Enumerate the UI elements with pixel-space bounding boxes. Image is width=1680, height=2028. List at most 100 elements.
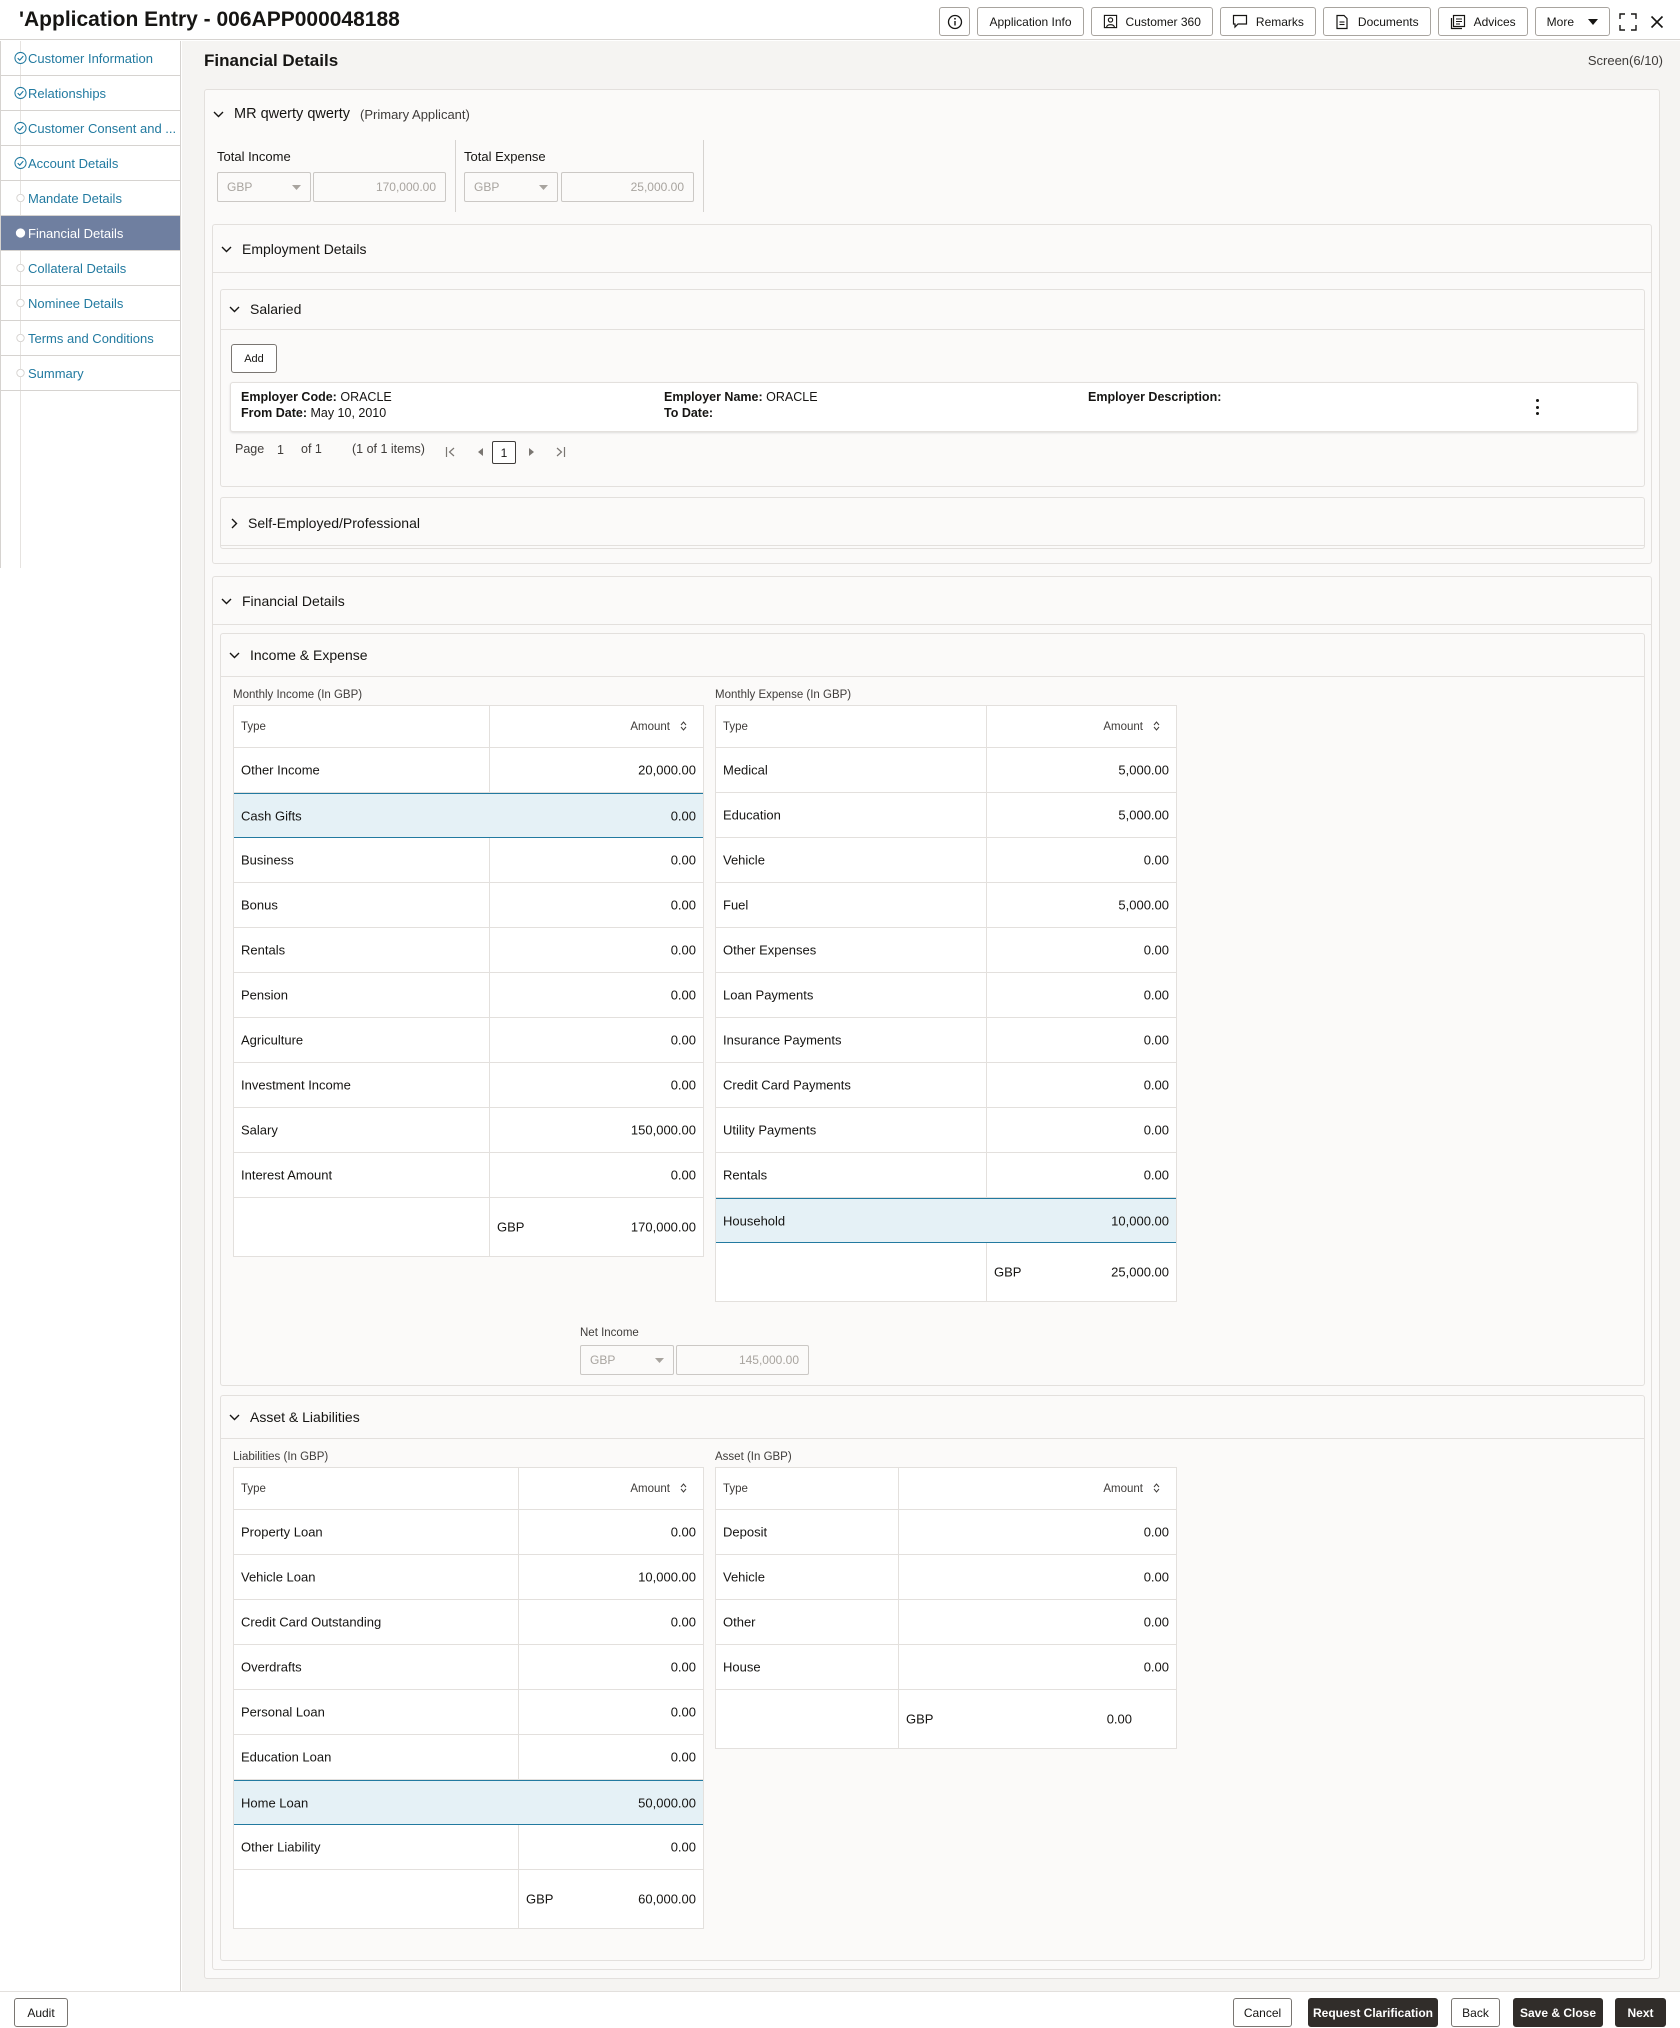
- screen-indicator: Screen(6/10): [1587, 53, 1663, 68]
- column-header-amount[interactable]: Amount: [630, 1483, 687, 1495]
- sidebar-item-relationships[interactable]: Relationships: [1, 76, 180, 111]
- request-clarification-button[interactable]: Request Clarification: [1308, 1998, 1438, 2027]
- audit-button[interactable]: Audit: [14, 1998, 68, 2027]
- table-row[interactable]: Overdrafts 0.00: [234, 1645, 703, 1690]
- maximize-button[interactable]: [1617, 11, 1639, 33]
- table-row[interactable]: Utility Payments 0.00: [716, 1108, 1176, 1153]
- sidebar-item-financial-details[interactable]: Financial Details: [1, 216, 180, 251]
- table-row[interactable]: Other 0.00: [716, 1600, 1176, 1645]
- sidebar-item-mandate-details[interactable]: Mandate Details: [1, 181, 180, 216]
- column-header-amount[interactable]: Amount: [1103, 721, 1160, 733]
- applicant-header[interactable]: MR qwerty qwerty (Primary Applicant): [213, 106, 470, 122]
- asset-liabilities-header[interactable]: Asset & Liabilities: [229, 1409, 360, 1425]
- table-row[interactable]: Property Loan 0.00: [234, 1510, 703, 1555]
- table-header-row: Type Amount: [716, 706, 1176, 748]
- add-employment-button[interactable]: Add: [231, 344, 277, 373]
- table-row[interactable]: Vehicle 0.00: [716, 838, 1176, 883]
- self-employed-header[interactable]: Self-Employed/Professional: [231, 515, 420, 531]
- table-row[interactable]: Credit Card Outstanding 0.00: [234, 1600, 703, 1645]
- monthly-income-caption: Monthly Income (In GBP): [233, 689, 363, 701]
- net-income-currency-select[interactable]: GBP: [580, 1345, 674, 1375]
- table-row[interactable]: Investment Income 0.00: [234, 1063, 703, 1108]
- table-row[interactable]: Other Expenses 0.00: [716, 928, 1176, 973]
- chevron-down-icon: [229, 652, 240, 658]
- cancel-button[interactable]: Cancel: [1233, 1998, 1292, 2027]
- info-button[interactable]: [939, 7, 971, 36]
- column-header-amount[interactable]: Amount: [630, 721, 687, 733]
- table-row[interactable]: Credit Card Payments 0.00: [716, 1063, 1176, 1108]
- net-income-amount-field[interactable]: 145,000.00: [676, 1345, 809, 1375]
- table-row-selected[interactable]: Home Loan 50,000.00: [234, 1780, 703, 1825]
- income-expense-header[interactable]: Income & Expense: [229, 647, 368, 663]
- table-row[interactable]: Bonus 0.00: [234, 883, 703, 928]
- column-header-amount[interactable]: Amount: [1103, 1483, 1160, 1495]
- save-and-close-button[interactable]: Save & Close: [1513, 1998, 1603, 2027]
- table-row[interactable]: Rentals 0.00: [234, 928, 703, 973]
- employment-record-card[interactable]: Employer Code: ORACLE From Date: May 10,…: [230, 382, 1638, 432]
- employment-details-header[interactable]: Employment Details: [221, 241, 367, 257]
- table-row[interactable]: Vehicle 0.00: [716, 1555, 1176, 1600]
- previous-page-button[interactable]: [474, 445, 488, 459]
- total-expense-currency-select[interactable]: GBP: [464, 172, 558, 202]
- current-page-button[interactable]: 1: [492, 441, 516, 464]
- last-page-icon: [556, 447, 566, 457]
- table-row[interactable]: Agriculture 0.00: [234, 1018, 703, 1063]
- sidebar-item-summary[interactable]: Summary: [1, 356, 180, 391]
- table-row[interactable]: Education Loan 0.00: [234, 1735, 703, 1780]
- table-row[interactable]: Other Income 20,000.00: [234, 748, 703, 793]
- table-row[interactable]: Education 5,000.00: [716, 793, 1176, 838]
- table-row[interactable]: House 0.00: [716, 1645, 1176, 1690]
- table-row[interactable]: Other Liability 0.00: [234, 1825, 703, 1870]
- advices-button[interactable]: Advices: [1437, 7, 1528, 36]
- close-button[interactable]: [1646, 11, 1668, 33]
- check-circle-icon: [14, 121, 27, 135]
- sidebar-item-customer-consent[interactable]: Customer Consent and ...: [1, 111, 180, 146]
- kebab-menu-icon[interactable]: [1530, 397, 1544, 417]
- table-row-selected[interactable]: Cash Gifts 0.00: [234, 793, 703, 838]
- table-row[interactable]: Loan Payments 0.00: [716, 973, 1176, 1018]
- table-row[interactable]: Vehicle Loan 10,000.00: [234, 1555, 703, 1600]
- table-row[interactable]: Personal Loan 0.00: [234, 1690, 703, 1735]
- table-row[interactable]: Business 0.00: [234, 838, 703, 883]
- first-page-button[interactable]: [444, 445, 458, 459]
- remarks-button[interactable]: Remarks: [1219, 7, 1316, 36]
- last-page-button[interactable]: [553, 445, 567, 459]
- table-row[interactable]: Salary 150,000.00: [234, 1108, 703, 1153]
- caret-left-icon: [478, 448, 483, 456]
- sidebar-item-collateral-details[interactable]: Collateral Details: [1, 251, 180, 286]
- table-row[interactable]: Pension 0.00: [234, 973, 703, 1018]
- salaried-header[interactable]: Salaried: [229, 301, 301, 317]
- table-row-selected[interactable]: Household 10,000.00: [716, 1198, 1176, 1243]
- total-expense-amount-field[interactable]: 25,000.00: [561, 172, 694, 202]
- monthly-expense-table: Type Amount Medical 5,000.00 Education 5,0…: [715, 705, 1177, 1302]
- customer-360-button[interactable]: Customer 360: [1090, 7, 1213, 36]
- sidebar-item-account-details[interactable]: Account Details: [1, 146, 180, 181]
- next-button[interactable]: Next: [1615, 1998, 1666, 2027]
- employer-description: Employer Description:: [1088, 390, 1222, 404]
- documents-button[interactable]: Documents: [1322, 7, 1431, 36]
- next-page-button[interactable]: [524, 445, 538, 459]
- table-row[interactable]: Insurance Payments 0.00: [716, 1018, 1176, 1063]
- person-card-icon: [1103, 14, 1117, 29]
- financial-details-panel: Financial Details Income & Expense Month…: [212, 576, 1652, 1970]
- documents-icon: [1336, 14, 1348, 29]
- divider: [213, 272, 1651, 273]
- table-row[interactable]: Medical 5,000.00: [716, 748, 1176, 793]
- financial-details-header[interactable]: Financial Details: [221, 593, 345, 609]
- total-income-currency-select[interactable]: GBP: [217, 172, 311, 202]
- total-income-amount-field[interactable]: 170,000.00: [313, 172, 446, 202]
- table-row[interactable]: Interest Amount 0.00: [234, 1153, 703, 1198]
- more-menu-button[interactable]: More: [1534, 7, 1610, 36]
- check-circle-icon: [14, 156, 27, 170]
- back-button[interactable]: Back: [1451, 1998, 1500, 2027]
- table-row[interactable]: Deposit 0.00: [716, 1510, 1176, 1555]
- asset-caption: Asset (In GBP): [715, 1451, 792, 1463]
- table-row[interactable]: Rentals 0.00: [716, 1153, 1176, 1198]
- application-info-button[interactable]: Application Info: [977, 7, 1084, 36]
- page-number-input[interactable]: 1: [277, 443, 284, 457]
- sidebar-item-nominee-details[interactable]: Nominee Details: [1, 286, 180, 321]
- table-row[interactable]: Fuel 5,000.00: [716, 883, 1176, 928]
- sidebar-item-terms-and-conditions[interactable]: Terms and Conditions: [1, 321, 180, 356]
- step-dot-icon: [16, 298, 25, 308]
- sidebar-item-customer-information[interactable]: Customer Information: [1, 41, 180, 76]
